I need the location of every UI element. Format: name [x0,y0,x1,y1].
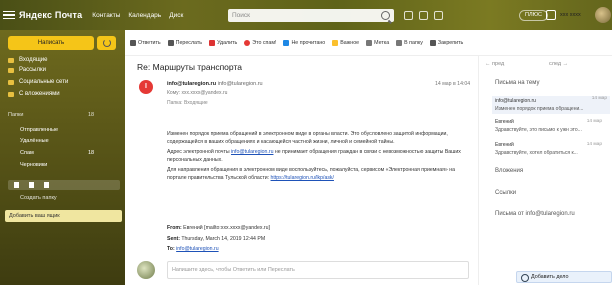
mail-icon[interactable] [546,10,556,20]
important-icon[interactable] [29,182,34,188]
message-body: Изменен порядок приема обращений в элект… [167,130,467,184]
reply-icon [130,39,136,46]
folder-inbox[interactable]: Входящие [8,57,120,63]
label-button[interactable]: Метка [366,39,389,46]
from-sender-section[interactable]: Письма от info@tularegion.ru [495,211,575,217]
folder-spam[interactable]: Спам [20,150,34,156]
user-avatar[interactable] [595,7,611,23]
body-paragraph: Для направления обращения в электронном … [167,167,455,181]
user-name[interactable]: ххх хххх [560,12,581,18]
folders-heading[interactable]: Папки [8,112,23,118]
folder-social[interactable]: Социальные сети [8,79,120,85]
apps-icon[interactable] [434,11,443,20]
quote-from: From: Евгений [mailto:xxx.xxxx@yandex.ru… [167,225,270,231]
pin-button[interactable]: Закрепить [429,39,463,46]
thread-item[interactable]: info@tularegion.ru 14 мар Изменен порядо… [492,96,610,114]
folder-deleted[interactable]: Удалённые [20,138,49,144]
spam-count: 18 [88,150,95,156]
menu-icon[interactable] [3,10,15,20]
folders-count: 18 [88,112,95,118]
attachment-filter-icon[interactable] [44,182,49,188]
thread-title: Письма на тему [495,80,540,86]
message-subject: Re: Маршруты транспорта [137,62,242,72]
sender-avatar[interactable]: I [139,80,153,94]
spam-button[interactable]: Это спам! [244,39,276,46]
inbox-icon [8,57,14,63]
attachments-section[interactable]: Вложения [495,168,523,174]
prev-message-link[interactable]: ← пред [485,61,504,67]
flag-icon [332,39,339,46]
sender-line: info@tularegion.ru info@tularegion.ru [167,81,263,87]
sidebar: Написать Входящие Рассылки Социальные се… [0,30,125,285]
search-input[interactable]: Поиск [228,9,394,22]
services-nav: Контакты Календарь Диск [92,12,183,19]
delete-button[interactable]: Удалить [209,39,237,46]
settings-icon[interactable] [404,11,413,20]
refresh-icon[interactable] [97,36,116,50]
email-link[interactable]: info@tularegion.ru [231,149,273,155]
quick-reply-input[interactable]: Напишите здесь, чтобы Ответить или Перес… [167,261,469,279]
folder-sent[interactable]: Отправленные [20,127,58,133]
reply-button[interactable]: Ответить [130,39,161,46]
recipient-line: Кому: xxx.xxxx@yandex.ru [167,90,228,96]
bookmark-icon[interactable] [14,182,19,188]
folder-attachments[interactable]: С вложениями [8,91,120,97]
compose-button[interactable]: Написать [8,36,94,50]
next-message-link[interactable]: след → [549,61,568,67]
thread-panel: ← пред след → Письма на тему info@tulare… [478,56,612,285]
tag-icon [366,39,373,46]
unread-button[interactable]: Не прочитано [283,39,325,46]
search-icon[interactable] [381,11,390,20]
message-folder: Папка: Входящие [167,100,208,106]
forward-icon [167,39,174,46]
body-paragraph: Адрес электронной почты info@tularegion.… [167,149,461,163]
trash-icon [209,39,216,46]
my-avatar [137,261,155,279]
important-button[interactable]: Важное [332,39,359,46]
theme-icon[interactable] [419,11,428,20]
links-section[interactable]: Ссылки [495,190,516,196]
sender-address[interactable]: info@tularegion.ru [218,81,263,87]
search-placeholder: Поиск [232,12,251,19]
service-calendar[interactable]: Календарь [128,12,161,19]
top-icons [404,11,443,20]
sender-name[interactable]: info@tularegion.ru [167,81,216,87]
pin-icon [429,39,436,46]
quote-sent: Sent: Thursday, March 14, 2019 12:44 PM [167,235,266,242]
envelope-icon [283,39,290,46]
portal-link[interactable]: https://tularegion.ru/lkp/ask/ [271,175,334,181]
newsletter-icon [8,67,14,73]
service-disk[interactable]: Диск [169,12,183,19]
plus-button[interactable]: ПЛЮС [519,10,549,21]
thread-item[interactable]: Евгений 14 мар Здравствуйте, хотел обрат… [495,142,605,156]
folder-newsletters[interactable]: Рассылки [8,67,120,73]
message-date: 14 мар в 14:04 [435,81,471,87]
sidebar-tools [8,180,120,190]
add-task-button[interactable]: Добавить дело [516,271,612,283]
add-mailbox-button[interactable]: Добавить ваш ящик [5,210,122,222]
attachment-icon [8,91,14,97]
service-contacts[interactable]: Контакты [92,12,120,19]
folder-drafts[interactable]: Черновики [20,162,47,168]
folder-icon [396,39,403,46]
social-icon [8,79,14,85]
message-toolbar: Ответить Переслать Удалить Это спам! Не … [125,30,612,56]
logo[interactable]: Яндекс Почта [19,10,82,20]
forward-button[interactable]: Переслать [167,39,202,46]
create-folder-link[interactable]: Создать папку [20,195,57,201]
quote-to: To: info@tularegion.ru [167,246,219,252]
message-view: Re: Маршруты транспорта I info@tularegio… [125,56,478,285]
move-button[interactable]: В папку [396,39,423,46]
quoted-header: From: Евгений [mailto:xxx.xxxx@yandex.ru… [167,223,467,255]
thread-item[interactable]: Евгений 14 мар Здравствуйте, это письмо … [495,119,605,133]
body-paragraph: Изменен порядок приема обращений в элект… [167,131,448,145]
spam-icon [244,39,251,46]
